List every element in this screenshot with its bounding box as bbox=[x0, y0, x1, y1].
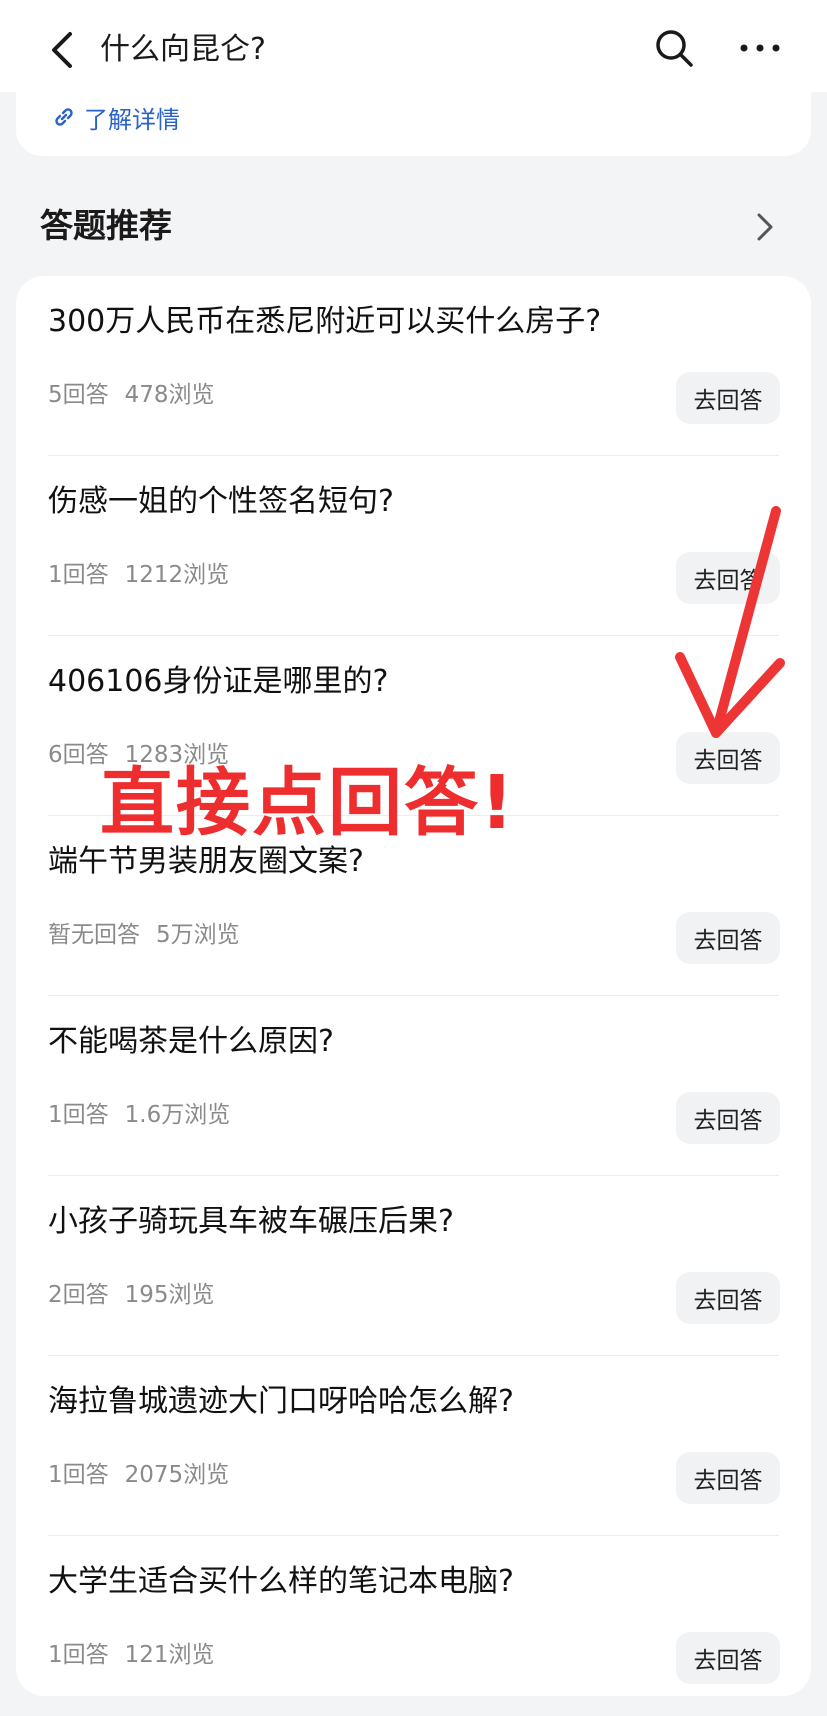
view-count: 478浏览 bbox=[124, 382, 215, 408]
question-meta: 1回答 1.6万浏览 bbox=[48, 1100, 230, 1130]
go-answer-button[interactable]: 去回答 bbox=[676, 1632, 780, 1684]
question-title[interactable]: 小孩子骑玩具车被车碾压后果? bbox=[48, 1202, 454, 1242]
top-navigation-bar: 什么向昆仑? bbox=[0, 0, 827, 92]
go-answer-button[interactable]: 去回答 bbox=[676, 1272, 780, 1324]
question-meta: 1回答 121浏览 bbox=[48, 1640, 215, 1670]
red-arrow-annotation bbox=[675, 506, 785, 738]
link-icon bbox=[55, 108, 73, 126]
back-icon[interactable] bbox=[44, 28, 80, 72]
more-options-icon[interactable] bbox=[736, 30, 784, 66]
page-title: 什么向昆仑? bbox=[100, 32, 266, 67]
question-item[interactable]: 小孩子骑玩具车被车碾压后果? 2回答 195浏览 去回答 bbox=[16, 1176, 811, 1356]
view-count: 1.6万浏览 bbox=[124, 1102, 231, 1128]
answer-count: 2回答 bbox=[48, 1282, 109, 1308]
answer-count: 暂无回答 bbox=[48, 922, 140, 948]
view-count: 121浏览 bbox=[124, 1642, 215, 1668]
go-answer-button[interactable]: 去回答 bbox=[676, 912, 780, 964]
view-count: 5万浏览 bbox=[156, 922, 240, 948]
learn-more-label: 了解详情 bbox=[84, 105, 180, 134]
search-icon[interactable] bbox=[652, 26, 696, 70]
question-meta: 1回答 1212浏览 bbox=[48, 560, 229, 590]
answer-count: 5回答 bbox=[48, 382, 109, 408]
section-title: 答题推荐 bbox=[40, 206, 172, 245]
go-answer-button[interactable]: 去回答 bbox=[676, 1092, 780, 1144]
question-title[interactable]: 伤感一姐的个性签名短句? bbox=[48, 482, 394, 522]
answer-count: 1回答 bbox=[48, 1642, 109, 1668]
question-title[interactable]: 300万人民币在悉尼附近可以买什么房子? bbox=[48, 302, 601, 342]
answer-count: 1回答 bbox=[48, 1102, 109, 1128]
go-answer-button[interactable]: 去回答 bbox=[676, 372, 780, 424]
question-title[interactable]: 不能喝茶是什么原因? bbox=[48, 1022, 334, 1062]
question-list: 300万人民币在悉尼附近可以买什么房子? 5回答 478浏览 去回答 伤感一姐的个… bbox=[16, 276, 811, 1696]
question-item[interactable]: 不能喝茶是什么原因? 1回答 1.6万浏览 去回答 bbox=[16, 996, 811, 1176]
view-count: 1212浏览 bbox=[124, 562, 230, 588]
view-count: 195浏览 bbox=[124, 1282, 215, 1308]
question-meta: 5回答 478浏览 bbox=[48, 380, 215, 410]
annotation-text: 直接点回答! bbox=[100, 760, 516, 846]
question-meta: 2回答 195浏览 bbox=[48, 1280, 215, 1310]
question-meta: 暂无回答 5万浏览 bbox=[48, 920, 240, 950]
question-title[interactable]: 406106身份证是哪里的? bbox=[48, 662, 388, 702]
question-item[interactable]: 海拉鲁城遗迹大门口呀哈哈怎么解? 1回答 2075浏览 去回答 bbox=[16, 1356, 811, 1536]
view-count: 2075浏览 bbox=[124, 1462, 230, 1488]
answer-count: 1回答 bbox=[48, 562, 109, 588]
question-title[interactable]: 端午节男装朋友圈文案? bbox=[48, 842, 364, 882]
question-item[interactable]: 300万人民币在悉尼附近可以买什么房子? 5回答 478浏览 去回答 bbox=[16, 276, 811, 456]
go-answer-button[interactable]: 去回答 bbox=[676, 1452, 780, 1504]
question-meta: 1回答 2075浏览 bbox=[48, 1460, 229, 1490]
answer-count: 1回答 bbox=[48, 1462, 109, 1488]
chevron-right-icon[interactable] bbox=[750, 210, 780, 244]
learn-more-link[interactable]: 了解详情 bbox=[52, 100, 180, 134]
question-title[interactable]: 大学生适合买什么样的笔记本电脑? bbox=[48, 1562, 514, 1602]
question-item[interactable]: 大学生适合买什么样的笔记本电脑? 1回答 121浏览 去回答 bbox=[16, 1536, 811, 1716]
question-title[interactable]: 海拉鲁城遗迹大门口呀哈哈怎么解? bbox=[48, 1382, 514, 1422]
